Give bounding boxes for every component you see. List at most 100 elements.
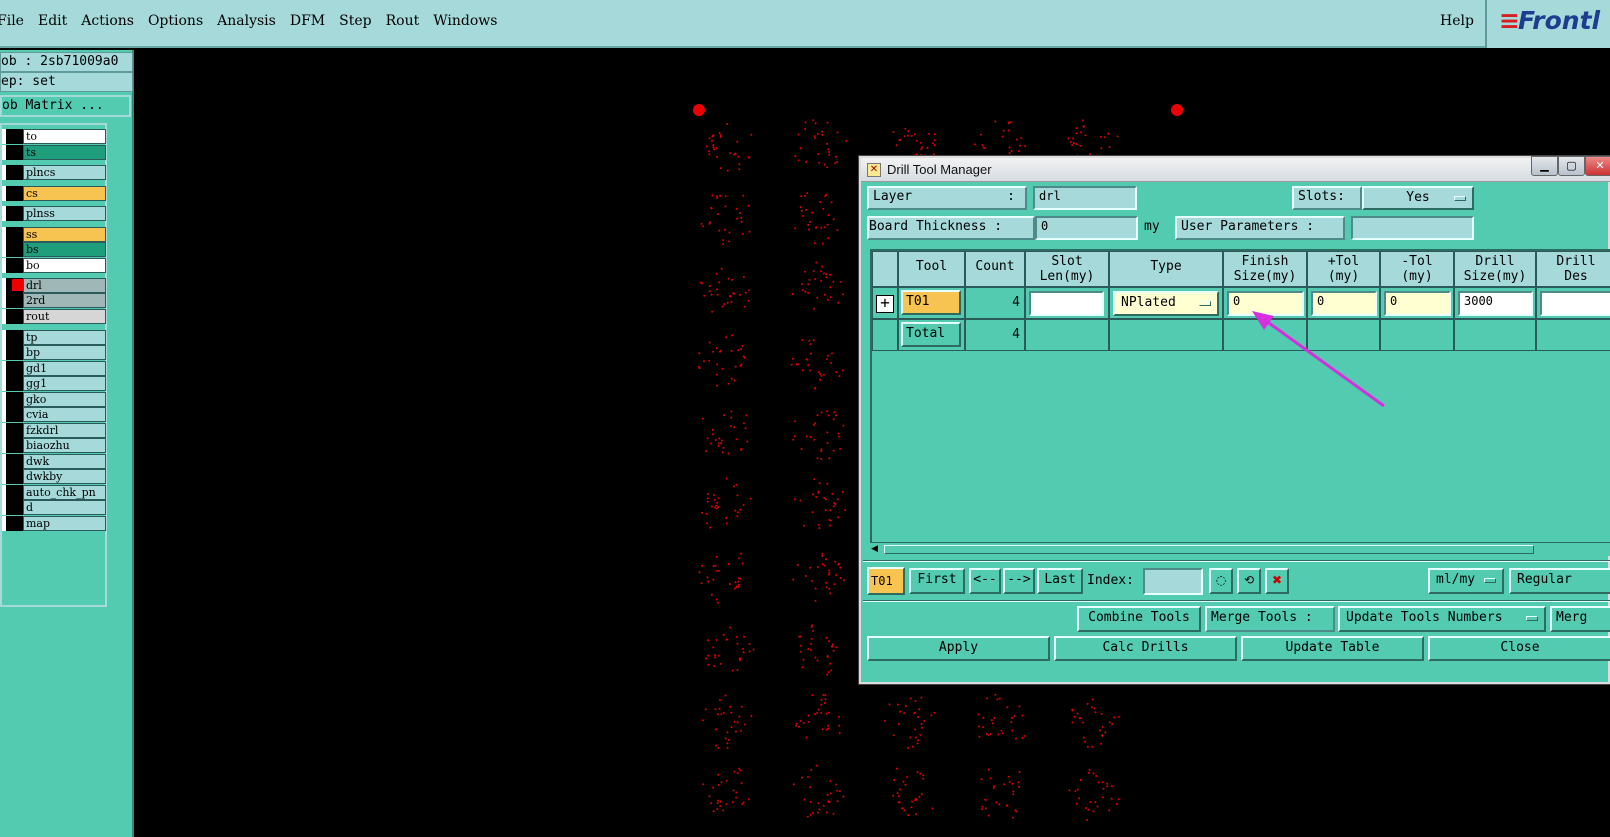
layer-field[interactable]: drl: [1033, 186, 1137, 210]
next-button[interactable]: -->: [1003, 568, 1035, 594]
layer-row-bo[interactable]: bo: [2, 258, 106, 273]
menu-file[interactable]: File: [0, 13, 24, 29]
layer-name[interactable]: to: [23, 129, 106, 144]
update-tools-numbers-option[interactable]: Update Tools Numbers: [1338, 606, 1546, 632]
plus-tol-input[interactable]: 0: [1311, 291, 1377, 316]
menu-analysis[interactable]: Analysis: [217, 13, 276, 29]
refresh-icon[interactable]: ⟲: [1237, 568, 1261, 594]
layer-row-tp[interactable]: tp: [2, 330, 106, 345]
close-button[interactable]: Close: [1428, 636, 1610, 661]
prev-button[interactable]: <--: [969, 568, 1001, 594]
menu-help[interactable]: Help: [1440, 13, 1474, 29]
layer-name[interactable]: d: [23, 500, 106, 515]
layer-row-rout[interactable]: rout: [2, 309, 106, 324]
layer-color-swatch[interactable]: [7, 423, 23, 438]
layer-color-swatch[interactable]: [7, 278, 23, 293]
layer-row-auto_chk_pn[interactable]: auto_chk_pn: [2, 485, 106, 500]
layer-name[interactable]: ss: [23, 227, 106, 242]
tool-button-t01[interactable]: T01: [901, 290, 961, 315]
layer-name[interactable]: plnss: [23, 206, 106, 221]
layer-name[interactable]: gko: [23, 392, 106, 407]
layer-row-2rd[interactable]: 2rd: [2, 293, 106, 308]
layer-color-swatch[interactable]: [7, 227, 23, 242]
layer-name[interactable]: rout: [23, 309, 106, 324]
maximize-icon[interactable]: ▢: [1558, 156, 1585, 176]
layer-color-swatch[interactable]: [7, 361, 23, 376]
layer-color-swatch[interactable]: [7, 500, 23, 515]
layer-row-dwk[interactable]: dwk: [2, 454, 106, 469]
layer-color-swatch[interactable]: [7, 454, 23, 469]
scroll-left-icon[interactable]: ◀: [871, 544, 878, 555]
layer-name[interactable]: cs: [23, 186, 106, 201]
expand-plus-icon[interactable]: +: [876, 295, 894, 313]
layer-name[interactable]: dwk: [23, 454, 106, 469]
last-button[interactable]: Last: [1037, 568, 1083, 594]
layer-row-ts[interactable]: ts: [2, 145, 106, 160]
layer-name[interactable]: fzkdrl: [23, 423, 106, 438]
layer-row-gd1[interactable]: gd1: [2, 361, 106, 376]
layer-color-swatch[interactable]: [7, 516, 23, 531]
mode-option[interactable]: Regular: [1509, 568, 1610, 594]
drill-des-input[interactable]: [1540, 291, 1610, 316]
layer-row-bs[interactable]: bs: [2, 242, 106, 257]
layer-name[interactable]: ts: [23, 145, 106, 160]
finish-size-input[interactable]: 0: [1227, 291, 1304, 316]
layer-color-swatch[interactable]: [7, 392, 23, 407]
layer-name[interactable]: drl: [23, 278, 106, 293]
layer-color-swatch[interactable]: [7, 293, 23, 308]
dialog-titlebar[interactable]: ✕ Drill Tool Manager ▁ ▢ ✕: [861, 156, 1610, 182]
layer-row-gg1[interactable]: gg1: [2, 376, 106, 391]
calc-drills-button[interactable]: Calc Drills: [1054, 636, 1237, 661]
apply-button[interactable]: Apply: [867, 636, 1050, 661]
menu-windows[interactable]: Windows: [433, 13, 497, 29]
board-thickness-field[interactable]: 0: [1035, 216, 1138, 240]
bulb-icon[interactable]: ◌: [1209, 568, 1233, 594]
layer-row-drl[interactable]: drl: [2, 278, 106, 293]
layer-row-map[interactable]: map: [2, 516, 106, 531]
close-icon[interactable]: ✕: [1585, 156, 1610, 176]
layer-row-gko[interactable]: gko: [2, 392, 106, 407]
layer-row-dwkby[interactable]: dwkby: [2, 469, 106, 484]
menu-actions[interactable]: Actions: [81, 13, 134, 29]
minimize-icon[interactable]: ▁: [1531, 156, 1558, 176]
layer-color-swatch[interactable]: [7, 309, 23, 324]
layer-color-swatch[interactable]: [7, 186, 23, 201]
combine-tools-button[interactable]: Combine Tools: [1077, 606, 1201, 632]
user-parameters-field[interactable]: [1351, 216, 1474, 240]
slot-len-input[interactable]: [1029, 291, 1104, 316]
layer-name[interactable]: bo: [23, 258, 106, 273]
layer-color-swatch[interactable]: [7, 206, 23, 221]
layer-name[interactable]: tp: [23, 330, 106, 345]
layer-color-swatch[interactable]: [7, 145, 23, 160]
layer-row-cvia[interactable]: cvia: [2, 407, 106, 422]
layer-name[interactable]: map: [23, 516, 106, 531]
layer-color-swatch[interactable]: [7, 345, 23, 360]
layer-row-fzkdrl[interactable]: fzkdrl: [2, 423, 106, 438]
layer-color-swatch[interactable]: [7, 242, 23, 257]
total-button[interactable]: Total: [901, 322, 961, 347]
layer-name[interactable]: bs: [23, 242, 106, 257]
layer-row-plnss[interactable]: plnss: [2, 206, 106, 221]
scrollbar-thumb[interactable]: [884, 545, 1534, 554]
delete-icon[interactable]: ✖: [1265, 568, 1289, 594]
layer-color-swatch[interactable]: [7, 129, 23, 144]
minus-tol-input[interactable]: 0: [1384, 291, 1451, 316]
menu-options[interactable]: Options: [148, 13, 203, 29]
units-option[interactable]: ml/my: [1428, 568, 1504, 594]
layer-color-swatch[interactable]: [7, 407, 23, 422]
layer-name[interactable]: dwkby: [23, 469, 106, 484]
layer-row-d[interactable]: d: [2, 500, 106, 515]
table-horizontal-scrollbar[interactable]: ◀: [870, 542, 1610, 556]
layer-color-swatch[interactable]: [7, 469, 23, 484]
layer-color-swatch[interactable]: [7, 485, 23, 500]
layer-row-cs[interactable]: cs: [2, 186, 106, 201]
layer-name[interactable]: bp: [23, 345, 106, 360]
update-table-button[interactable]: Update Table: [1241, 636, 1424, 661]
layer-row-biaozhu[interactable]: biaozhu: [2, 438, 106, 453]
layer-color-swatch[interactable]: [7, 330, 23, 345]
layer-row-to[interactable]: to: [2, 129, 106, 144]
merge-button[interactable]: Merg: [1550, 606, 1610, 632]
layer-color-swatch[interactable]: [7, 438, 23, 453]
layer-name[interactable]: biaozhu: [23, 438, 106, 453]
layer-row-bp[interactable]: bp: [2, 345, 106, 360]
